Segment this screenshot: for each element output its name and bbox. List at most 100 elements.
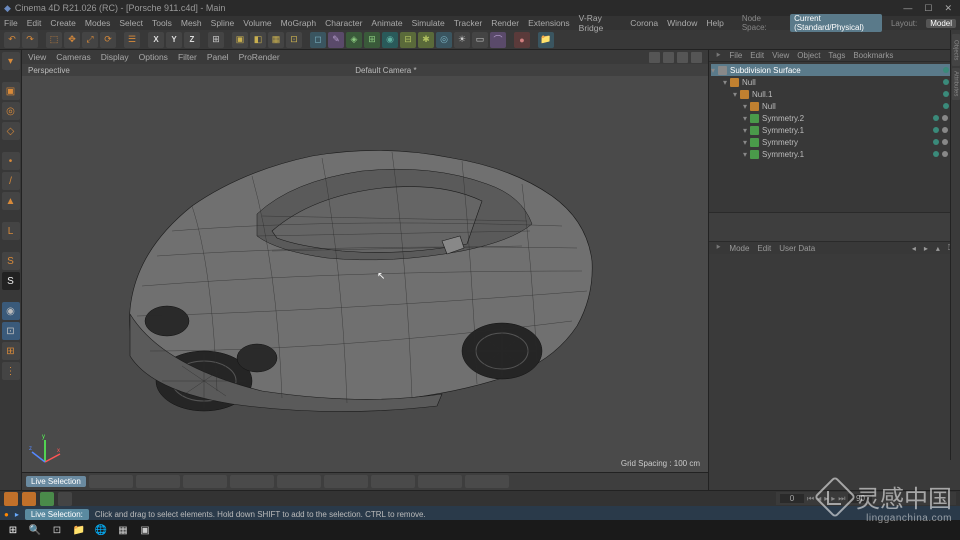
node-space-dropdown[interactable]: Current (Standard/Physical): [790, 14, 882, 32]
play-next-icon[interactable]: ▸: [831, 494, 835, 503]
recent-tools-icon[interactable]: ☰: [124, 32, 140, 48]
viewport-3d[interactable]: ↖ y x z Grid Spacing : 100 cm: [22, 76, 708, 472]
scale-tool-icon[interactable]: ⤢: [82, 32, 98, 48]
y-axis-lock[interactable]: Y: [166, 32, 182, 48]
edge-icon[interactable]: 🌐: [92, 521, 110, 539]
tool-preset-8[interactable]: [418, 475, 462, 488]
tool-preset-4[interactable]: [230, 475, 274, 488]
cloner-icon[interactable]: ⊟: [400, 32, 416, 48]
picture-viewer-icon[interactable]: ⊡: [286, 32, 302, 48]
polygon-mode-icon[interactable]: ▲: [2, 192, 20, 210]
quantize-icon[interactable]: ⋮: [2, 362, 20, 380]
menu-mesh[interactable]: Mesh: [181, 18, 202, 28]
view-menu-display[interactable]: Display: [101, 52, 129, 62]
menu-spline[interactable]: Spline: [211, 18, 235, 28]
camera-icon[interactable]: ◎: [436, 32, 452, 48]
active-tool-label[interactable]: Live Selection: [26, 476, 86, 487]
play-end-icon[interactable]: ⏭: [838, 494, 845, 504]
object-tree-item[interactable]: ▾Symmetry✓: [711, 136, 958, 148]
object-tree-item[interactable]: ▾Null: [711, 76, 958, 88]
tool-preset-9[interactable]: [465, 475, 509, 488]
menu-render[interactable]: Render: [491, 18, 519, 28]
array-generator-icon[interactable]: ⊞: [364, 32, 380, 48]
view-nav-layout-icon[interactable]: [691, 52, 702, 63]
object-tree-item[interactable]: ▾Symmetry.2✓: [711, 112, 958, 124]
tool-preset-1[interactable]: [89, 475, 133, 488]
x-axis-lock[interactable]: X: [148, 32, 164, 48]
menu-extensions[interactable]: Extensions: [528, 18, 570, 28]
menu-help[interactable]: Help: [706, 18, 723, 28]
object-tree[interactable]: ▾Subdivision Surface▾Null▾Null.1▾Null▾Sy…: [709, 62, 960, 212]
menu-select[interactable]: Select: [119, 18, 143, 28]
obj-tab-view[interactable]: View: [772, 51, 789, 60]
point-mode-icon[interactable]: •: [2, 152, 20, 170]
volume-builder-icon[interactable]: ◉: [382, 32, 398, 48]
menu-tools[interactable]: Tools: [152, 18, 172, 28]
object-tree-item[interactable]: ▾Subdivision Surface: [711, 64, 958, 76]
menu-window[interactable]: Window: [667, 18, 697, 28]
snap-enable-icon[interactable]: ◉: [2, 302, 20, 320]
explorer-icon[interactable]: 📁: [70, 521, 88, 539]
attr-tab-edit[interactable]: Edit: [757, 244, 771, 253]
view-nav-zoom-icon[interactable]: [663, 52, 674, 63]
select-tool-icon[interactable]: ⬚: [46, 32, 62, 48]
maximize-button[interactable]: ☐: [924, 3, 932, 14]
close-button[interactable]: ✕: [944, 3, 952, 14]
field-icon[interactable]: ✱: [418, 32, 434, 48]
app-icon[interactable]: ▦: [114, 521, 132, 539]
side-tab-objects[interactable]: Objects: [952, 34, 960, 66]
cube-primitive-icon[interactable]: ◻: [310, 32, 326, 48]
axis-mode-icon[interactable]: L: [2, 222, 20, 240]
subdiv-surface-icon[interactable]: ◈: [346, 32, 362, 48]
viewport-solo2-icon[interactable]: S: [2, 272, 20, 290]
obj-tab-file[interactable]: File: [729, 51, 742, 60]
render-region-icon[interactable]: ◧: [250, 32, 266, 48]
menu-file[interactable]: File: [4, 18, 18, 28]
obj-tab-tags[interactable]: Tags: [828, 51, 845, 60]
attr-nav-fwd-icon[interactable]: ▸: [924, 244, 928, 253]
menu-vray[interactable]: V-Ray Bridge: [579, 13, 622, 33]
content-browser-icon[interactable]: 📁: [538, 32, 554, 48]
move-tool-icon[interactable]: ✥: [64, 32, 80, 48]
tool-preset-3[interactable]: [183, 475, 227, 488]
object-tree-item[interactable]: ▾Symmetry.1✓: [711, 148, 958, 160]
attr-nav-up-icon[interactable]: ▴: [936, 244, 940, 253]
viewport-solo-icon[interactable]: S: [2, 252, 20, 270]
side-tab-attributes[interactable]: Attributes: [952, 68, 960, 100]
light-icon[interactable]: ☀: [454, 32, 470, 48]
attr-tab-mode[interactable]: Mode: [729, 244, 749, 253]
tool-preset-6[interactable]: [324, 475, 368, 488]
play-prev-icon[interactable]: ◂: [817, 494, 821, 503]
snap-settings-icon[interactable]: ⊡: [2, 322, 20, 340]
layout-dropdown[interactable]: Model: [926, 19, 956, 28]
menu-tracker[interactable]: Tracker: [454, 18, 483, 28]
rotate-tool-icon[interactable]: ⟳: [100, 32, 116, 48]
tool-preset-5[interactable]: [277, 475, 321, 488]
object-tree-item[interactable]: ▾Null: [711, 100, 958, 112]
view-nav-orbit-icon[interactable]: [677, 52, 688, 63]
view-menu-options[interactable]: Options: [139, 52, 168, 62]
view-nav-pan-icon[interactable]: [649, 52, 660, 63]
menu-create[interactable]: Create: [50, 18, 76, 28]
attr-nav-back-icon[interactable]: ◂: [912, 244, 916, 253]
menu-character[interactable]: Character: [325, 18, 362, 28]
search-icon[interactable]: 🔍: [26, 521, 44, 539]
tool-preset-7[interactable]: [371, 475, 415, 488]
start-button-icon[interactable]: ⊞: [4, 521, 22, 539]
workplane-mode-icon[interactable]: ◇: [2, 122, 20, 140]
menu-volume[interactable]: Volume: [243, 18, 271, 28]
view-menu-view[interactable]: View: [28, 52, 46, 62]
task-view-icon[interactable]: ⊡: [48, 521, 66, 539]
obj-tab-object[interactable]: Object: [797, 51, 820, 60]
minimize-button[interactable]: —: [903, 3, 912, 14]
workplane-icon[interactable]: ⊞: [2, 342, 20, 360]
edge-mode-icon[interactable]: /: [2, 172, 20, 190]
menu-simulate[interactable]: Simulate: [412, 18, 445, 28]
menu-modes[interactable]: Modes: [85, 18, 111, 28]
view-menu-cameras[interactable]: Cameras: [56, 52, 90, 62]
render-view-icon[interactable]: ▣: [232, 32, 248, 48]
attr-tab-userdata[interactable]: User Data: [779, 244, 815, 253]
mat-func-icon[interactable]: [40, 492, 54, 506]
mat-edit-icon[interactable]: [22, 492, 36, 506]
frame-end-input[interactable]: [848, 494, 872, 503]
